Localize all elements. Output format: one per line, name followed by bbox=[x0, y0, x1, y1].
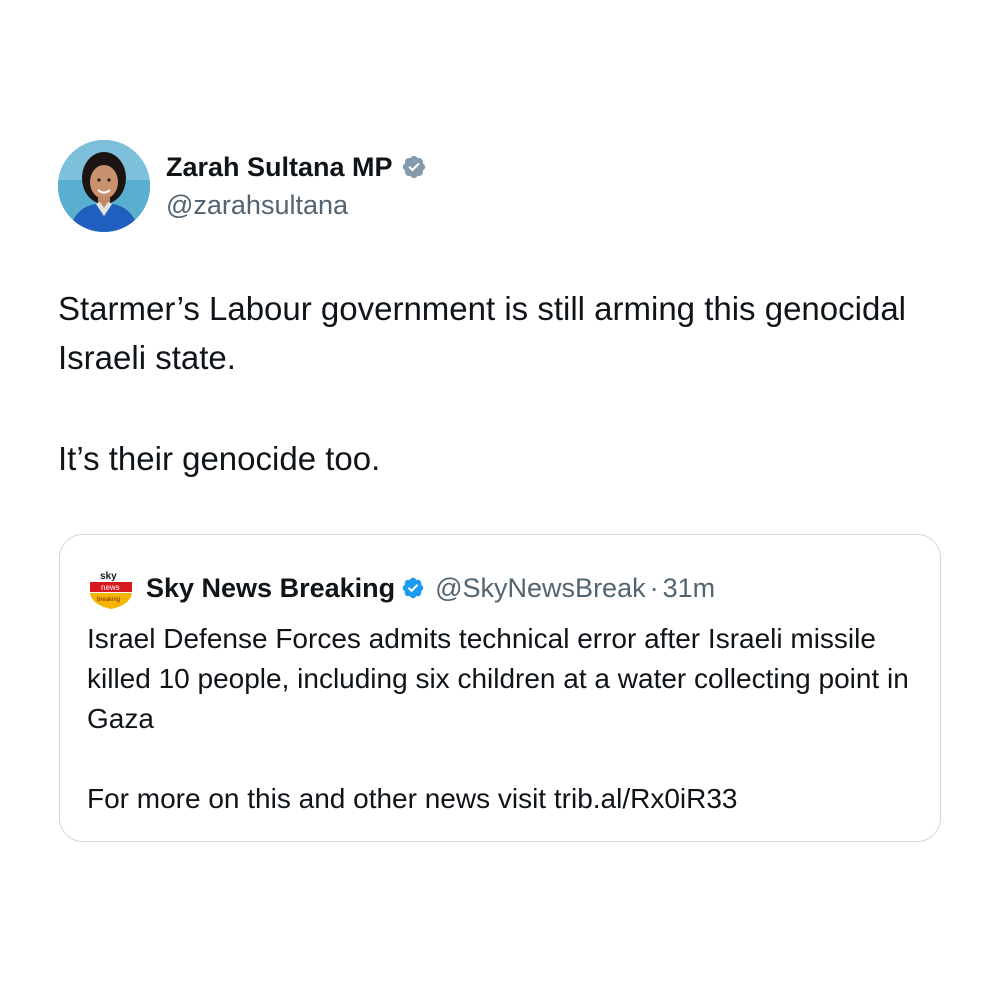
quoted-paragraph: Israel Defense Forces admits technical e… bbox=[87, 623, 909, 734]
logo-text-middle: news bbox=[101, 583, 120, 592]
separator-dot: · bbox=[649, 572, 659, 603]
logo-text-bottom: breaking bbox=[97, 597, 120, 603]
logo-text-top: sky bbox=[100, 571, 117, 582]
quoted-display-name[interactable]: Sky News Breaking bbox=[146, 573, 395, 604]
tweet-paragraph: It’s their genocide too. bbox=[58, 440, 381, 477]
quoted-tweet-text: Israel Defense Forces admits technical e… bbox=[87, 619, 917, 819]
tweet-card: Zarah Sultana MP @zarahsultana Starmer’s… bbox=[0, 0, 1000, 1000]
user-block: Zarah Sultana MP @zarahsultana bbox=[166, 150, 427, 222]
quoted-timestamp[interactable]: 31m bbox=[663, 573, 716, 604]
tweet-header: Zarah Sultana MP @zarahsultana bbox=[58, 140, 427, 232]
tweet-paragraph: Starmer’s Labour government is still arm… bbox=[58, 290, 907, 376]
verified-badge-icon[interactable] bbox=[401, 154, 427, 180]
avatar[interactable] bbox=[58, 140, 150, 232]
quoted-verified-badge-icon[interactable] bbox=[401, 576, 425, 600]
name-row: Zarah Sultana MP bbox=[166, 150, 427, 184]
quoted-handle[interactable]: @SkyNewsBreak bbox=[435, 573, 645, 604]
quoted-tweet-card[interactable]: sky news breaking Sky News Breaking @Sky… bbox=[59, 534, 941, 842]
quoted-avatar[interactable]: sky news breaking bbox=[86, 563, 136, 613]
handle[interactable]: @zarahsultana bbox=[166, 188, 427, 222]
profile-photo-icon bbox=[58, 140, 150, 232]
sky-news-breaking-logo-icon: sky news breaking bbox=[86, 563, 136, 613]
display-name[interactable]: Zarah Sultana MP bbox=[166, 150, 393, 184]
tweet-text: Starmer’s Labour government is still arm… bbox=[58, 284, 938, 483]
quoted-paragraph: For more on this and other news visit tr… bbox=[87, 783, 738, 814]
quoted-tweet-header: sky news breaking Sky News Breaking @Sky… bbox=[86, 563, 715, 613]
